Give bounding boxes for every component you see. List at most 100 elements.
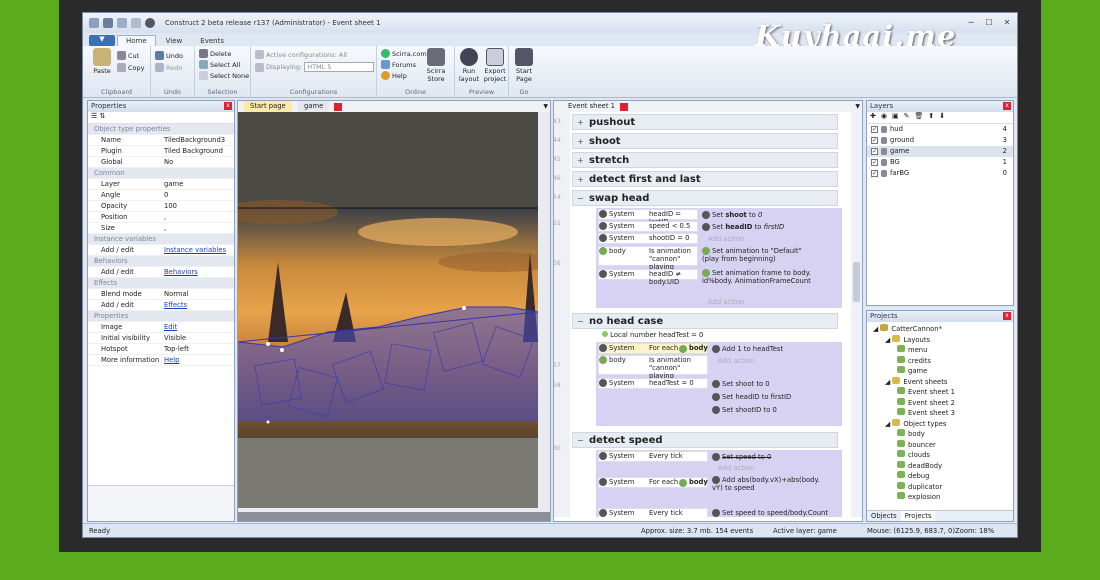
file-menu-button[interactable]: ▼ bbox=[89, 35, 115, 46]
event-condition[interactable]: SystemheadID = lastID bbox=[598, 209, 698, 226]
sort-icon[interactable]: ⇅ bbox=[100, 112, 106, 120]
layer-row[interactable]: ✓ ground 3 bbox=[867, 135, 1013, 146]
event-condition[interactable]: System speed < 0.5 bbox=[598, 221, 698, 232]
property-category[interactable]: Behaviors bbox=[88, 256, 234, 267]
close-icon[interactable]: ✕ bbox=[1001, 17, 1013, 27]
select-all-button[interactable]: Select All bbox=[199, 60, 240, 69]
event-action[interactable]: Set headID to firstID bbox=[702, 223, 784, 231]
property-category[interactable]: Common bbox=[88, 168, 234, 179]
undo-button[interactable]: Undo bbox=[155, 51, 183, 60]
expand-icon[interactable]: ◢ bbox=[885, 420, 892, 428]
cut-button[interactable]: Cut bbox=[117, 51, 139, 60]
project-tree-item[interactable]: debug bbox=[867, 471, 1013, 482]
game-layout-canvas[interactable] bbox=[238, 112, 550, 512]
event-action[interactable]: Add abs(body.vX)+abs(body. vY) to speed bbox=[712, 476, 824, 492]
add-action-link[interactable]: Add action bbox=[718, 357, 754, 365]
property-value[interactable]: Effects bbox=[161, 300, 234, 310]
scirra-link[interactable]: Scirra.com bbox=[381, 49, 427, 58]
event-condition[interactable]: System For each body bbox=[598, 343, 708, 354]
event-condition[interactable]: System headID ≠ body.UID bbox=[598, 269, 698, 286]
lock-icon[interactable] bbox=[881, 137, 887, 144]
eye-icon[interactable]: ◉ bbox=[881, 112, 887, 123]
property-row[interactable]: Opacity 100 bbox=[88, 201, 234, 212]
project-tree-item[interactable]: credits bbox=[867, 355, 1013, 367]
property-row[interactable]: Global No bbox=[88, 157, 234, 168]
event-condition[interactable]: body Is animation "cannon" playing bbox=[598, 355, 708, 380]
expand-icon[interactable]: + bbox=[577, 172, 584, 187]
property-category[interactable]: Effects bbox=[88, 278, 234, 289]
lock-icon[interactable] bbox=[881, 170, 887, 177]
close-icon[interactable]: x bbox=[224, 102, 232, 110]
project-tree-item[interactable]: Event sheet 1 bbox=[867, 387, 1013, 398]
tab-view[interactable]: View bbox=[158, 36, 191, 46]
close-icon[interactable]: x bbox=[1003, 102, 1011, 110]
property-row[interactable]: Add / edit Effects bbox=[88, 300, 234, 311]
property-row[interactable]: Position, bbox=[88, 212, 234, 223]
property-row[interactable]: Initial visibility Visible bbox=[88, 333, 234, 344]
project-tree-item[interactable]: duplicator bbox=[867, 481, 1013, 493]
property-row[interactable]: Angle 0 bbox=[88, 190, 234, 201]
event-action[interactable]: Set speed to 0 bbox=[712, 453, 771, 461]
layer-row[interactable]: ✓ farBG 0 bbox=[867, 168, 1013, 179]
project-tree-item[interactable]: bouncer bbox=[867, 439, 1013, 451]
tab-game-layout[interactable]: game bbox=[298, 101, 330, 112]
visibility-checkbox[interactable]: ✓ bbox=[871, 137, 878, 144]
property-row[interactable]: More information Help bbox=[88, 355, 234, 366]
group-stretch[interactable]: + stretch bbox=[572, 152, 838, 168]
property-value[interactable]: Help bbox=[161, 355, 234, 365]
tab-start-page[interactable]: Start page bbox=[244, 101, 292, 112]
group-detect-first-last[interactable]: + detect first and last bbox=[572, 171, 838, 187]
categorized-icon[interactable]: ☰ bbox=[91, 112, 97, 120]
project-tree-item[interactable]: ◢ CatterCannon* bbox=[867, 324, 1013, 335]
event-condition[interactable]: System Every tick bbox=[598, 508, 708, 517]
help-link[interactable]: Help bbox=[381, 71, 407, 80]
chevron-down-icon[interactable]: ▼ bbox=[543, 101, 548, 112]
expand-icon[interactable]: ◢ bbox=[885, 336, 892, 344]
lock-icon[interactable] bbox=[881, 148, 887, 155]
collapse-icon[interactable]: − bbox=[577, 191, 584, 206]
event-list[interactable]: + pushout + shoot + stretch + detect first a… bbox=[570, 112, 850, 517]
event-condition[interactable]: System headTest = 0 bbox=[598, 378, 708, 389]
collapse-icon[interactable]: − bbox=[577, 433, 584, 448]
redo-button[interactable]: Redo bbox=[155, 63, 182, 72]
chevron-down-icon[interactable]: ▼ bbox=[855, 101, 860, 112]
local-variable[interactable]: Local number headTest = 0 bbox=[602, 331, 703, 339]
expand-icon[interactable]: ◢ bbox=[885, 378, 892, 386]
close-icon[interactable] bbox=[334, 103, 342, 111]
property-value[interactable]: Edit bbox=[161, 322, 234, 332]
property-category[interactable]: Properties bbox=[88, 311, 234, 322]
event-action[interactable]: Set shootID to 0 bbox=[712, 406, 777, 414]
layer-row[interactable]: ✓ game 2 bbox=[867, 146, 1013, 157]
lock-icon[interactable] bbox=[881, 126, 887, 133]
visibility-checkbox[interactable]: ✓ bbox=[871, 170, 878, 177]
event-action[interactable]: Add 1 to headTest bbox=[712, 345, 783, 353]
maximize-icon[interactable]: ☐ bbox=[983, 17, 995, 27]
expand-icon[interactable]: + bbox=[577, 115, 584, 130]
scrollbar-thumb[interactable] bbox=[853, 262, 860, 302]
expand-icon[interactable]: ◢ bbox=[873, 325, 880, 333]
event-action[interactable]: Set animation frame to body. id%body. An… bbox=[702, 269, 812, 285]
expand-icon[interactable]: + bbox=[577, 134, 584, 149]
group-swap-head[interactable]: − swap head bbox=[572, 190, 838, 206]
layer-row[interactable]: ✓ BG 1 bbox=[867, 157, 1013, 168]
add-action-link[interactable]: Add action bbox=[718, 464, 754, 472]
project-tree-item[interactable]: ◢ Object types bbox=[867, 418, 1013, 430]
event-action[interactable]: Set shoot to 0 bbox=[712, 380, 770, 388]
visibility-checkbox[interactable]: ✓ bbox=[871, 159, 878, 166]
property-row[interactable]: Add / edit Instance variables bbox=[88, 245, 234, 256]
property-category[interactable]: Instance variables bbox=[88, 234, 234, 245]
project-tree-item[interactable]: game bbox=[867, 366, 1013, 377]
move-down-icon[interactable]: ⬇ bbox=[939, 112, 945, 123]
tab-home[interactable]: Home bbox=[117, 35, 156, 46]
property-row[interactable]: Blend mode Normal bbox=[88, 289, 234, 300]
add-action-link[interactable]: Add action bbox=[708, 298, 744, 306]
group-detect-speed[interactable]: − detect speed bbox=[572, 432, 838, 448]
event-action[interactable]: Set shoot to 0 bbox=[702, 211, 762, 219]
tab-events[interactable]: Events bbox=[192, 36, 232, 46]
project-tree-item[interactable]: ◢ Event sheets bbox=[867, 376, 1013, 388]
group-no-head-case[interactable]: − no head case bbox=[572, 313, 838, 329]
eventsheet-scrollbar[interactable] bbox=[851, 112, 862, 517]
collapse-icon[interactable]: − bbox=[577, 314, 584, 329]
group-shoot[interactable]: + shoot bbox=[572, 133, 838, 149]
delete-icon[interactable]: 🗑 bbox=[914, 112, 923, 123]
